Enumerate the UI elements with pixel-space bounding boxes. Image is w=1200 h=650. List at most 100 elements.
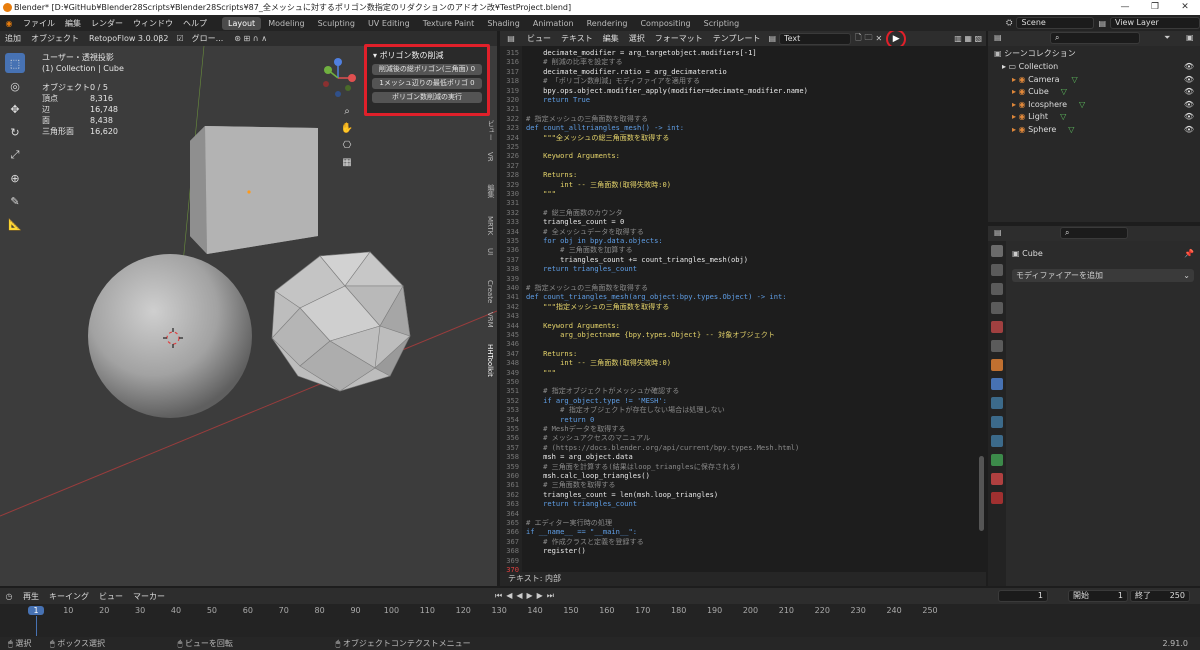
visibility-eye-icon[interactable]: 👁	[1184, 124, 1194, 136]
playback-controls[interactable]: ⏮◀◀▶▶⏭	[495, 591, 558, 601]
new-collection-icon[interactable]: ▣	[1186, 33, 1194, 42]
output-tab-icon[interactable]	[991, 283, 1003, 295]
sidebar-tab[interactable]: MRTK	[486, 216, 494, 238]
snap-icon[interactable]: ⊛ ⊞ ∩ ∧	[234, 34, 267, 43]
code-line[interactable]: 341 def count_triangles_mesh(arg_object:b…	[500, 292, 980, 301]
code-line[interactable]: 338 return triangles_count	[500, 264, 980, 273]
blender-menu-icon[interactable]: ◉	[0, 19, 18, 28]
code-line[interactable]: 347 Returns:	[500, 349, 980, 358]
code-line[interactable]: 370	[500, 565, 980, 572]
code-line[interactable]: 328 Returns:	[500, 170, 980, 179]
open-text-icon[interactable]: 🗀	[865, 32, 873, 46]
code-line[interactable]: 366 if __name__ == "__main__":	[500, 527, 980, 536]
collapse-arrow-icon[interactable]: ▾	[373, 51, 377, 60]
tab-compositing[interactable]: Compositing	[634, 17, 696, 30]
code-line[interactable]: 316 # 削減の比率を設定する	[500, 57, 980, 66]
menu-edit[interactable]: 編集	[60, 18, 86, 29]
object-tab-icon[interactable]	[991, 359, 1003, 371]
menu-templates[interactable]: テンプレート	[708, 33, 766, 44]
checkbox-icon[interactable]: ☑	[176, 34, 183, 43]
code-line[interactable]: 364	[500, 509, 980, 518]
code-line[interactable]: 332 # 総三角面数のカウンタ	[500, 208, 980, 217]
code-line[interactable]: 334 # 全メッシュデータを取得する	[500, 227, 980, 236]
outliner-item[interactable]: ▸ ◉ Sphere ▽ 👁	[988, 124, 1200, 136]
code-line[interactable]: 369	[500, 556, 980, 565]
sidebar-tab[interactable]: HHToolkit	[486, 344, 494, 380]
total-polygons-field[interactable]: 削減後の総ポリゴン(三角面) 0	[372, 64, 482, 75]
code-line[interactable]: 331	[500, 198, 980, 207]
code-line[interactable]: 317 decimate_modifier.ratio = arg_decima…	[500, 67, 980, 76]
min-polygons-field[interactable]: 1メッシュ辺りの最低ポリゴ 0	[372, 78, 482, 89]
editor-scrollbar[interactable]	[979, 456, 984, 531]
particles-tab-icon[interactable]	[991, 397, 1003, 409]
code-line[interactable]: 335 for obj in bpy.data.objects:	[500, 236, 980, 245]
code-line[interactable]: 368 register()	[500, 546, 980, 555]
sidebar-tab[interactable]: 編集	[486, 184, 496, 206]
world-tab-icon[interactable]	[991, 340, 1003, 352]
run-reduction-button[interactable]: ポリゴン数削減の実行	[372, 92, 482, 103]
code-line[interactable]: 358 msh = arg_object.data	[500, 452, 980, 461]
tab-uv-editing[interactable]: UV Editing	[362, 17, 416, 30]
code-line[interactable]: 326 Keyword Arguments:	[500, 151, 980, 160]
texture-tab-icon[interactable]	[991, 492, 1003, 504]
scene-tab-icon[interactable]	[991, 321, 1003, 333]
sidebar-tab[interactable]: UI	[486, 248, 494, 270]
code-line[interactable]: 346	[500, 339, 980, 348]
code-line[interactable]: 339	[500, 274, 980, 283]
code-line[interactable]: 343	[500, 311, 980, 320]
code-line[interactable]: 353 # 指定オブジェクトが存在しない場合は処理しない	[500, 405, 980, 414]
outliner-item[interactable]: ▸ ◉ Cube ▽ 👁	[988, 86, 1200, 98]
tab-scripting[interactable]: Scripting	[698, 17, 746, 30]
editor-type-icon[interactable]: ▤	[500, 34, 522, 43]
code-line[interactable]: 361 # 三角面数を取得する	[500, 480, 980, 489]
menu-select[interactable]: 選択	[624, 33, 650, 44]
current-frame-field[interactable]: 1	[998, 590, 1048, 602]
menu-object[interactable]: オブジェクト	[26, 33, 84, 44]
move-tool-icon[interactable]: ✥	[5, 99, 25, 119]
code-line[interactable]: 324 """全メッシュの総三角面数を取得する	[500, 133, 980, 142]
code-line[interactable]: 355 # Meshデータを取得する	[500, 424, 980, 433]
tool-tab-icon[interactable]	[991, 245, 1003, 257]
outliner-item[interactable]: ▸ ◉ Light ▽ 👁	[988, 111, 1200, 123]
menu-render[interactable]: レンダー	[86, 18, 128, 29]
outliner-search-input[interactable]: ⌕	[1050, 32, 1140, 44]
start-frame-field[interactable]: 開始 1	[1068, 590, 1128, 602]
view-layer-tab-icon[interactable]	[991, 302, 1003, 314]
sidebar-tab[interactable]: VR	[486, 152, 494, 174]
playhead[interactable]	[36, 616, 37, 636]
menu-edit-text[interactable]: 編集	[598, 33, 624, 44]
data-tab-icon[interactable]	[991, 454, 1003, 466]
measure-tool-icon[interactable]: 📐	[5, 214, 25, 234]
constraints-tab-icon[interactable]	[991, 435, 1003, 447]
properties-editor-icon[interactable]: ▤	[994, 228, 1002, 237]
tab-animation[interactable]: Animation	[527, 17, 580, 30]
tab-rendering[interactable]: Rendering	[581, 17, 634, 30]
outliner-item[interactable]: ▸ ◉ Icosphere ▽ 👁	[988, 99, 1200, 111]
timeline-editor-icon[interactable]: ◷	[0, 592, 18, 601]
camera-view-icon[interactable]: ⎔	[340, 140, 354, 154]
code-line[interactable]: 363 return triangles_count	[500, 499, 980, 508]
cursor-tool-icon[interactable]: ◎	[5, 76, 25, 96]
menu-marker[interactable]: マーカー	[128, 591, 170, 602]
physics-tab-icon[interactable]	[991, 416, 1003, 428]
scene-selector[interactable]: Scene	[1016, 17, 1095, 29]
menu-format[interactable]: フォーマット	[650, 33, 708, 44]
code-line[interactable]: 352 if arg_object.type != 'MESH':	[500, 396, 980, 405]
code-line[interactable]: 342 """指定メッシュの三角面数を取得する	[500, 302, 980, 311]
scale-tool-icon[interactable]: ⤢	[5, 145, 25, 165]
text-datablock-name[interactable]: Text	[779, 32, 852, 45]
code-line[interactable]: 336 # 三角面数を加算する	[500, 245, 980, 254]
code-line[interactable]: 365 # エディター実行時の処理	[500, 518, 980, 527]
annotate-tool-icon[interactable]: ✎	[5, 191, 25, 211]
tab-modeling[interactable]: Modeling	[262, 17, 310, 30]
code-line[interactable]: 323 def count_alltriangles_mesh() -> int:	[500, 123, 980, 132]
transform-tool-icon[interactable]: ⊕	[5, 168, 25, 188]
tab-texture-paint[interactable]: Texture Paint	[417, 17, 481, 30]
zoom-icon[interactable]: ⌕	[340, 106, 354, 120]
render-tab-icon[interactable]	[991, 264, 1003, 276]
new-text-icon[interactable]: 🗋	[855, 32, 861, 46]
tab-shading[interactable]: Shading	[481, 17, 526, 30]
perspective-grid-icon[interactable]: ▦	[340, 157, 354, 171]
code-line[interactable]: 318 # 「ポリゴン数削減」モディファイアを適用する	[500, 76, 980, 85]
code-line[interactable]: 344 Keyword Arguments:	[500, 321, 980, 330]
